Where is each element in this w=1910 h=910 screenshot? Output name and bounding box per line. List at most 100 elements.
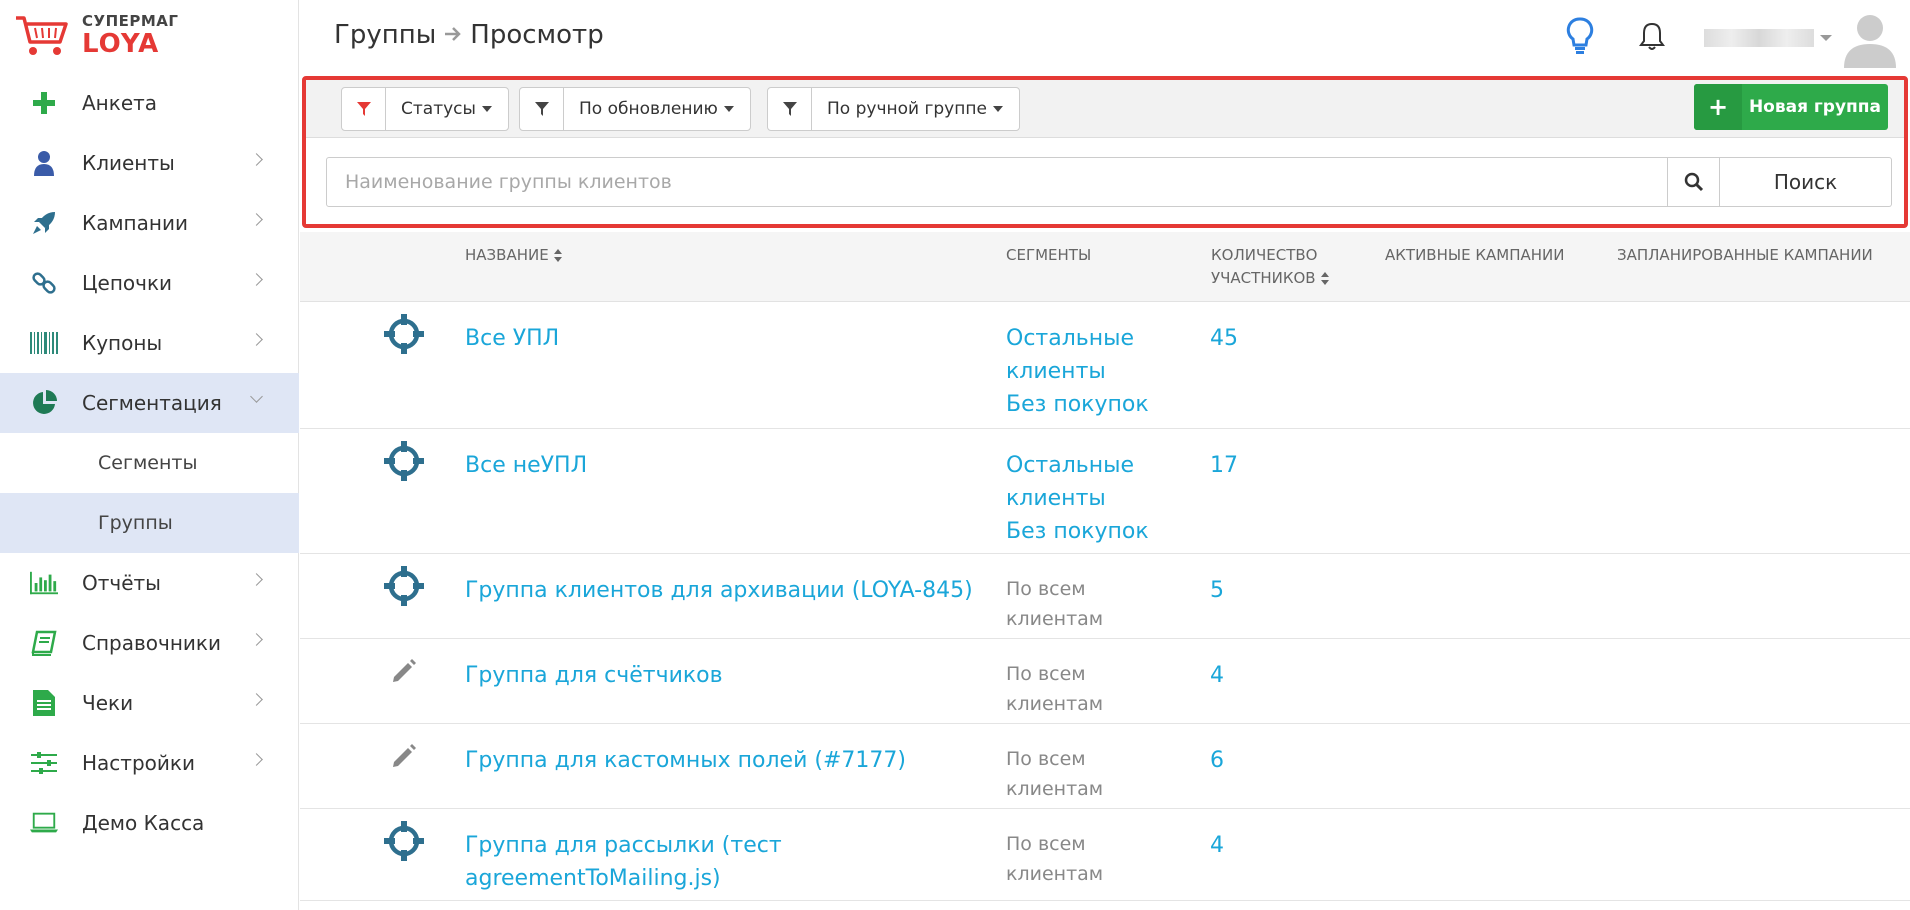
lightbulb-icon[interactable] (1560, 16, 1600, 56)
rocket-icon (30, 209, 58, 237)
sidebar-item-campaigns[interactable]: Кампании (0, 193, 299, 253)
column-segments: СЕГМЕНТЫ (1006, 246, 1092, 264)
segment-text: По всем клиентам (1006, 663, 1104, 715)
manual-group-filter[interactable]: По ручной группе (767, 87, 1020, 131)
status-filter[interactable]: Статусы (341, 87, 509, 131)
member-count-link[interactable]: 45 (1210, 322, 1238, 355)
group-name-link[interactable]: Все УПЛ (465, 322, 985, 355)
cart-logo-icon (16, 16, 68, 55)
filter-icon[interactable] (768, 88, 812, 130)
segment-link[interactable]: Остальные клиенты (1006, 322, 1176, 388)
group-name-link[interactable]: Группа для рассылки (тест agreementToMai… (465, 829, 825, 895)
arrow-right-icon (444, 23, 462, 48)
column-name-label: НАЗВАНИЕ (465, 246, 549, 264)
segment-link[interactable]: Остальные клиенты (1006, 449, 1176, 515)
filter-panel: Статусы По обновлению По ручной группе +… (302, 76, 1908, 228)
user-name-blurred[interactable] (1704, 29, 1814, 47)
segment-link[interactable]: Без покупок (1006, 388, 1176, 421)
logo[interactable]: СУПЕРМАГ LOYA (14, 12, 214, 64)
sidebar-item-label: Цепочки (82, 271, 173, 295)
column-active-campaigns: АКТИВНЫЕ КАМПАНИИ (1385, 246, 1565, 264)
sidebar-item-settings[interactable]: Настройки (0, 733, 299, 793)
filter-icon[interactable] (342, 88, 386, 130)
manual-group-dropdown[interactable]: По ручной группе (812, 88, 1019, 130)
caret-down-icon (481, 106, 492, 112)
status-dropdown[interactable]: Статусы (386, 88, 508, 130)
segments-cell: По всем клиентам (1006, 829, 1116, 889)
bar-chart-icon (30, 569, 58, 597)
breadcrumb: Группы Просмотр (334, 20, 604, 50)
member-count-link[interactable]: 4 (1210, 829, 1224, 862)
sort-icon[interactable] (553, 248, 562, 263)
sliders-icon (30, 749, 58, 777)
sidebar-item-reports[interactable]: Отчёты (0, 553, 299, 613)
breadcrumb-groups[interactable]: Группы (334, 20, 436, 50)
sidebar-item-label: Кампании (82, 211, 188, 235)
table-row: Все УПЛ Остальные клиенты Без покупок 45 (300, 302, 1910, 429)
chevron-right-icon (250, 213, 263, 226)
sidebar-item-label: Сегменты (98, 452, 198, 474)
chevron-right-icon (250, 273, 263, 286)
table-row: Группа для счётчиков По всем клиентам 4 (300, 639, 1910, 724)
sidebar-item-label: Купоны (82, 331, 163, 355)
chevron-right-icon (250, 153, 263, 166)
document-icon (30, 689, 58, 717)
sidebar-item-label: Сегментация (82, 391, 222, 415)
update-dropdown[interactable]: По обновлению (564, 88, 750, 130)
search-button[interactable]: Поиск (1720, 157, 1892, 207)
segment-text: По всем клиентам (1006, 578, 1104, 630)
sidebar-item-demo-cashier[interactable]: Демо Касса (0, 793, 299, 853)
sidebar-subitem-segments[interactable]: Сегменты (0, 433, 299, 493)
caret-down-icon (723, 106, 734, 112)
sidebar-item-chains[interactable]: Цепочки (0, 253, 299, 313)
chevron-right-icon (250, 633, 263, 646)
brand-line2: LOYA (82, 29, 160, 59)
group-name-link[interactable]: Все неУПЛ (465, 449, 985, 482)
sidebar-item-label: Анкета (82, 91, 158, 115)
sidebar-item-anketa[interactable]: Анкета (0, 73, 299, 133)
plus-icon (30, 89, 58, 117)
new-group-label: Новая группа (1748, 97, 1882, 117)
sidebar-item-label: Группы (98, 512, 173, 534)
group-name-link[interactable]: Группа для кастомных полей (#7177) (465, 744, 985, 777)
plus-icon: + (1694, 84, 1742, 130)
caret-down-icon[interactable] (1820, 35, 1832, 41)
groups-table: Все УПЛ Остальные клиенты Без покупок 45… (300, 302, 1910, 901)
avatar[interactable] (1840, 8, 1900, 68)
sidebar-item-clients[interactable]: Клиенты (0, 133, 299, 193)
member-count-link[interactable]: 4 (1210, 659, 1224, 692)
segments-cell: По всем клиентам (1006, 574, 1116, 634)
filter-icon[interactable] (520, 88, 564, 130)
sidebar-item-label: Демо Касса (82, 811, 205, 835)
member-count-link[interactable]: 5 (1210, 574, 1224, 607)
sidebar-item-receipts[interactable]: Чеки (0, 673, 299, 733)
segment-link[interactable]: Без покупок (1006, 515, 1176, 548)
column-name[interactable]: НАЗВАНИЕ (465, 244, 562, 267)
sidebar-subitem-groups[interactable]: Группы (0, 493, 299, 553)
pencil-icon (382, 734, 426, 778)
sidebar-item-references[interactable]: Справочники (0, 613, 299, 673)
member-count-link[interactable]: 17 (1210, 449, 1238, 482)
sort-icon[interactable] (1320, 271, 1329, 286)
update-dropdown-label: По обновлению (579, 99, 718, 119)
member-count-link[interactable]: 6 (1210, 744, 1224, 777)
new-group-button[interactable]: + Новая группа (1694, 84, 1888, 130)
sidebar-item-coupons[interactable]: Купоны (0, 313, 299, 373)
update-filter[interactable]: По обновлению (519, 87, 751, 131)
brand-line1: СУПЕРМАГ (82, 12, 179, 30)
table-row: Группа клиентов для архивации (LOYA-845)… (300, 554, 1910, 639)
segments-cell: По всем клиентам (1006, 659, 1116, 719)
status-dropdown-label: Статусы (401, 99, 476, 119)
group-name-link[interactable]: Группа клиентов для архивации (LOYA-845) (465, 574, 985, 607)
search-input[interactable] (326, 157, 1668, 207)
bell-icon[interactable] (1632, 16, 1672, 56)
column-count[interactable]: КОЛИЧЕСТВО УЧАСТНИКОВ (1211, 244, 1329, 290)
group-name-link[interactable]: Группа для счётчиков (465, 659, 985, 692)
sidebar-item-label: Настройки (82, 751, 195, 775)
target-icon (382, 819, 426, 863)
sidebar-item-segmentation[interactable]: Сегментация (0, 373, 299, 433)
search-icon[interactable] (1668, 157, 1720, 207)
target-icon (382, 564, 426, 608)
segments-cell: Остальные клиенты Без покупок (1006, 449, 1176, 548)
column-planned-campaigns: ЗАПЛАНИРОВАННЫЕ КАМПАНИИ (1617, 246, 1873, 264)
